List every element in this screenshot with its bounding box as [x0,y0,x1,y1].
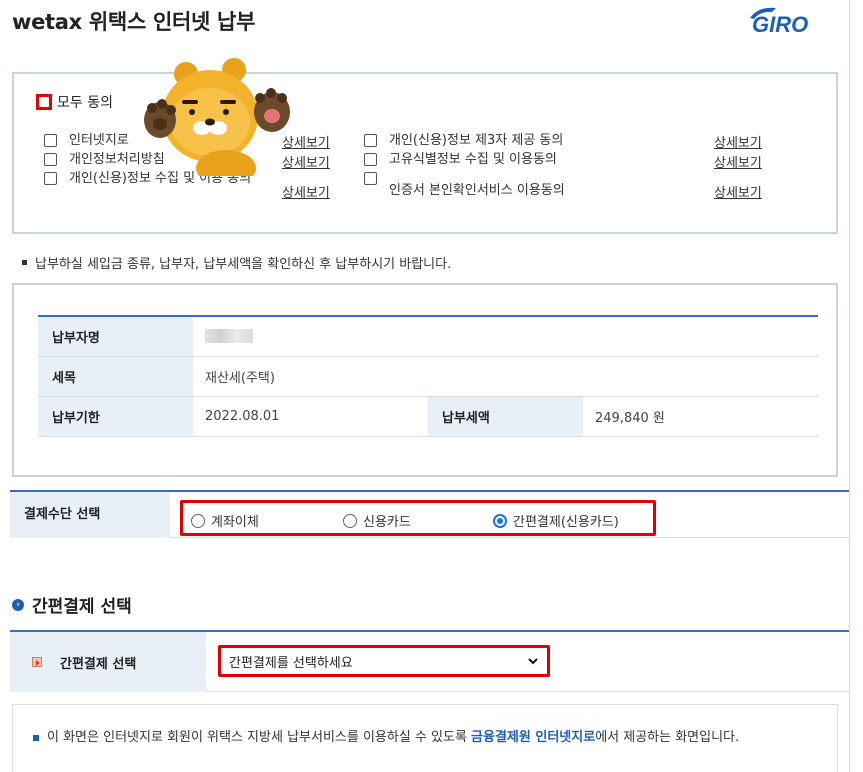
giro-logo: GIRO [750,7,808,36]
bottom-notice-box: 이 화면은 인터넷지로 회원이 위택스 지방세 납부서비스를 이용하실 수 있도… [12,704,838,772]
agree-item-unique-id[interactable]: 고유식별정보 수집 및 이용동의 [364,151,557,168]
detail-link[interactable]: 상세보기 [714,182,762,201]
checkbox[interactable] [364,153,377,166]
quick-pay-label-cell: 간편결제 선택 [10,632,206,692]
section-title-text: 간편결제 선택 [32,597,132,617]
bottom-notice-text-end: 에서 제공하는 화면입니다. [595,730,740,745]
payer-label: 납부자명 [38,316,193,357]
header: wetax 위택스 인터넷 납부 GIRO [10,0,849,56]
all-agree-label: 모두 동의 [57,95,113,111]
option-label: 계좌이체 [211,515,259,530]
payment-info-box: 납부자명 세목 재산세(주택) 납부기한 2022.08.01 납부세액 249… [12,283,838,477]
agree-item-internet-giro[interactable]: 인터넷지로 [44,132,129,149]
lion-mascot-sticker [144,58,290,176]
option-bank-transfer[interactable]: 계좌이체 [191,511,259,530]
bullet-square-icon [33,734,39,741]
quick-pay-section-title: › 간편결제 선택 [12,592,132,617]
agree-item-third-party[interactable]: 개인(신용)정보 제3자 제공 동의 [364,132,563,149]
checkbox[interactable] [44,172,57,185]
chevron-right-circle-icon: › [12,598,24,611]
payment-info-table: 납부자명 세목 재산세(주택) 납부기한 2022.08.01 납부세액 249… [38,315,818,437]
checkbox[interactable] [364,172,377,185]
detail-link[interactable]: 상세보기 [714,132,762,151]
payment-method-options: 계좌이체 신용카드 간편결제(신용카드) [180,500,656,536]
table-row: 납부기한 2022.08.01 납부세액 249,840 원 [38,396,818,437]
page: wetax 위택스 인터넷 납부 GIRO 모두 동의 인터넷지로 개인정보처리… [10,0,850,772]
payment-method-label: 결제수단 선택 [10,492,170,538]
radio-button[interactable] [343,513,357,528]
select-value: 간편결제를 선택하세요 [229,655,353,671]
checkbox[interactable] [44,134,57,147]
option-simple-pay[interactable]: 간편결제(신용카드) [493,511,619,530]
tax-item-label: 세목 [38,356,193,397]
bottom-notice-highlight: 금융결제원 인터넷지로 [471,730,596,745]
giro-logo-text: GIRO [752,12,808,36]
option-label: 신용카드 [363,515,411,530]
payment-method-row: 결제수단 선택 계좌이체 신용카드 간편결제(신용카드) [10,490,849,538]
agree-item-label: 고유식별정보 수집 및 이용동의 [389,152,557,167]
detail-link[interactable]: 상세보기 [714,152,762,171]
notice-text: 납부하실 세입금 종류, 납부자, 납부세액을 확인하신 후 납부하시기 바랍니… [35,257,452,272]
masked-payer-name [205,329,253,344]
agreement-box: 모두 동의 인터넷지로 개인정보처리방침 개인(신용)정보 수집 및 이용 동의… [12,72,838,234]
bullet-square-icon [22,260,27,265]
due-date-label: 납부기한 [38,396,193,437]
detail-link[interactable]: 상세보기 [282,182,330,201]
notice: 납부하실 세입금 종류, 납부자, 납부세액을 확인하신 후 납부하시기 바랍니… [22,253,451,272]
quick-pay-select[interactable]: 간편결제를 선택하세요 [218,645,550,677]
option-credit-card[interactable]: 신용카드 [343,511,411,530]
radio-button[interactable] [191,513,205,528]
table-row: 납부자명 [38,316,818,357]
amount-value: 249,840 원 [583,396,818,437]
arrow-bullet-icon [32,657,42,667]
agree-item-certificate[interactable]: 인증서 본인확인서비스 이용동의 [364,170,565,199]
bottom-notice-text: 이 화면은 인터넷지로 회원이 위택스 지방세 납부서비스를 이용하실 수 있도… [47,730,472,745]
chevron-down-icon [528,658,538,665]
checkbox[interactable] [364,134,377,147]
page-title: wetax 위택스 인터넷 납부 [12,10,256,34]
radio-button-selected[interactable] [493,513,507,528]
amount-label: 납부세액 [428,396,583,437]
agree-item-label: 개인(신용)정보 제3자 제공 동의 [389,133,564,148]
due-date-value: 2022.08.01 [193,396,428,437]
table-row: 세목 재산세(주택) [38,356,818,397]
quick-pay-label: 간편결제 선택 [60,656,137,672]
payer-value [193,316,818,357]
all-agree-checkbox[interactable]: 모두 동의 [36,92,113,112]
tax-item-value: 재산세(주택) [193,356,818,397]
all-agree-box[interactable] [36,94,52,110]
quick-pay-row: 간편결제 선택 간편결제를 선택하세요 [10,630,849,692]
agree-item-label: 인증서 본인확인서비스 이용동의 [389,183,565,198]
bottom-notice: 이 화면은 인터넷지로 회원이 위택스 지방세 납부서비스를 이용하실 수 있도… [33,727,823,749]
option-label: 간편결제(신용카드) [513,515,619,530]
checkbox[interactable] [44,153,57,166]
agree-item-label: 인터넷지로 [69,133,129,148]
